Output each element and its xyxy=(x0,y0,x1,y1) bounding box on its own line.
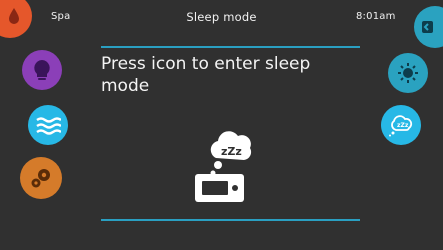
sleep-text: zZz xyxy=(221,145,242,158)
gears-icon xyxy=(31,169,50,188)
enter-sleep-icon[interactable]: zZz xyxy=(188,118,268,206)
waves-icon xyxy=(36,117,61,135)
brightness-icon xyxy=(398,63,418,83)
water-care-button[interactable] xyxy=(0,0,32,38)
sleep-cloud-text: zZz xyxy=(397,122,409,129)
spa-label: Spa xyxy=(51,11,71,22)
clock-display: 8:01am xyxy=(356,11,396,22)
bottom-divider xyxy=(101,219,360,221)
top-divider xyxy=(101,46,360,48)
exit-button[interactable] xyxy=(414,6,443,48)
droplet-icon xyxy=(9,8,19,24)
light-button[interactable] xyxy=(22,50,62,90)
exit-icon xyxy=(422,21,433,33)
sleep-cloud-icon: zZz xyxy=(389,115,413,137)
brightness-button[interactable] xyxy=(388,53,428,93)
settings-button[interactable] xyxy=(20,157,62,199)
sleep-button[interactable]: zZz xyxy=(381,105,421,145)
heater-button[interactable] xyxy=(28,105,68,145)
sleep-prompt: Press icon to enter sleep mode xyxy=(101,54,311,96)
lightbulb-icon xyxy=(34,60,50,80)
sleep-mode-screen: Spa Sleep mode 8:01am zZz Press icon to … xyxy=(0,0,443,250)
